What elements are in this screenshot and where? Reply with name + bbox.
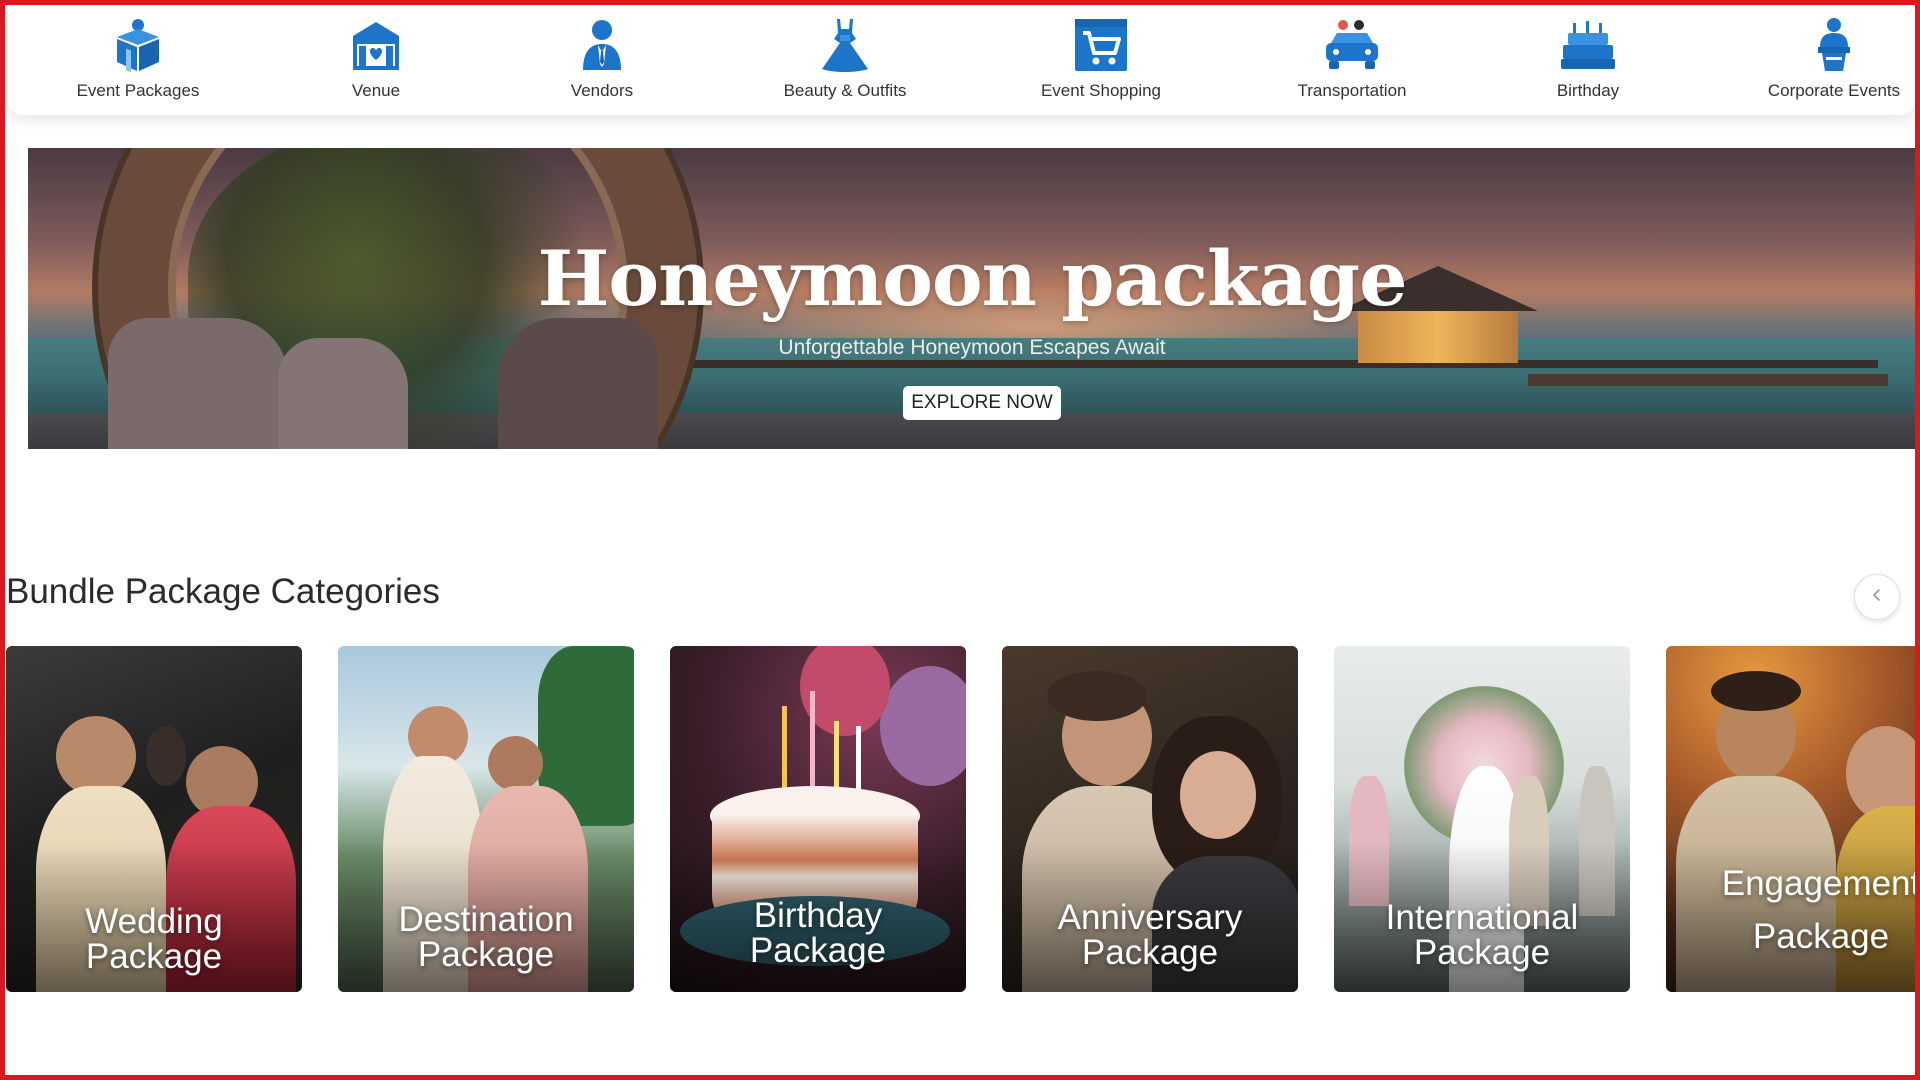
podium-speaker-icon [1804,15,1864,75]
nav-item-birthday[interactable]: Birthday [1478,15,1698,101]
nav-item-transportation[interactable]: Transportation [1242,15,1462,101]
nav-item-corporate-events[interactable]: Corporate Events [1724,15,1920,101]
category-nav: Event Packages Venue Vendors Beauty & Ou… [8,5,1915,115]
card-label: Engagement Package [1721,864,1916,956]
bundle-card-wedding[interactable]: Wedding Package [6,646,302,992]
bundle-card-international[interactable]: International Package [1334,646,1630,992]
nav-item-event-packages[interactable]: Event Packages [28,15,248,101]
nav-item-vendors[interactable]: Vendors [492,15,712,101]
nav-label: Vendors [570,81,634,100]
nav-label: Transportation [1297,81,1407,100]
pier [678,360,1878,368]
card-label: Birthday Package [749,896,887,970]
banner-title: Honeymoon package [537,234,1408,323]
nav-item-beauty-outfits[interactable]: Beauty & Outfits [735,15,955,101]
cake-icon [1558,15,1618,75]
nav-label: Event Shopping [1040,81,1162,100]
nav-label: Event Packages [76,81,200,100]
pier-deck [1528,374,1888,386]
shopping-cart-icon [1071,15,1131,75]
car-icon [1322,15,1382,75]
bundle-card-engagement[interactable]: Engagement Package [1666,646,1916,992]
hero-banner[interactable]: Honeymoon package Unforgettable Honeymoo… [28,148,1916,449]
card-label: Destination Package [398,900,574,974]
nav-label: Beauty & Outfits [783,81,907,100]
explore-now-button[interactable]: EXPLORE NOW [903,386,1061,420]
card-label: Wedding Package [85,902,223,976]
nav-label: Venue [351,81,401,100]
bundle-card-destination[interactable]: Destination Package [338,646,634,992]
section-title: Bundle Package Categories [6,572,440,611]
bundle-carousel: Wedding Package Destination Package Birt… [6,646,1916,992]
vendor-person-icon [572,15,632,75]
gift-box-icon [108,15,168,75]
carousel-prev-button[interactable] [1854,574,1900,620]
nav-item-event-shopping[interactable]: Event Shopping [991,15,1211,101]
venue-icon [346,15,406,75]
dress-icon [815,15,875,75]
card-label: Anniversary Package [1057,898,1243,972]
bundle-card-birthday[interactable]: Birthday Package [670,646,966,992]
card-label: International Package [1385,898,1579,972]
bundle-card-anniversary[interactable]: Anniversary Package [1002,646,1298,992]
chevron-left-icon [1870,588,1884,607]
nav-label: Birthday [1556,81,1620,100]
banner-subtitle: Unforgettable Honeymoon Escapes Await [778,336,1166,359]
nav-label: Corporate Events [1767,81,1901,100]
nav-item-venue[interactable]: Venue [266,15,486,101]
